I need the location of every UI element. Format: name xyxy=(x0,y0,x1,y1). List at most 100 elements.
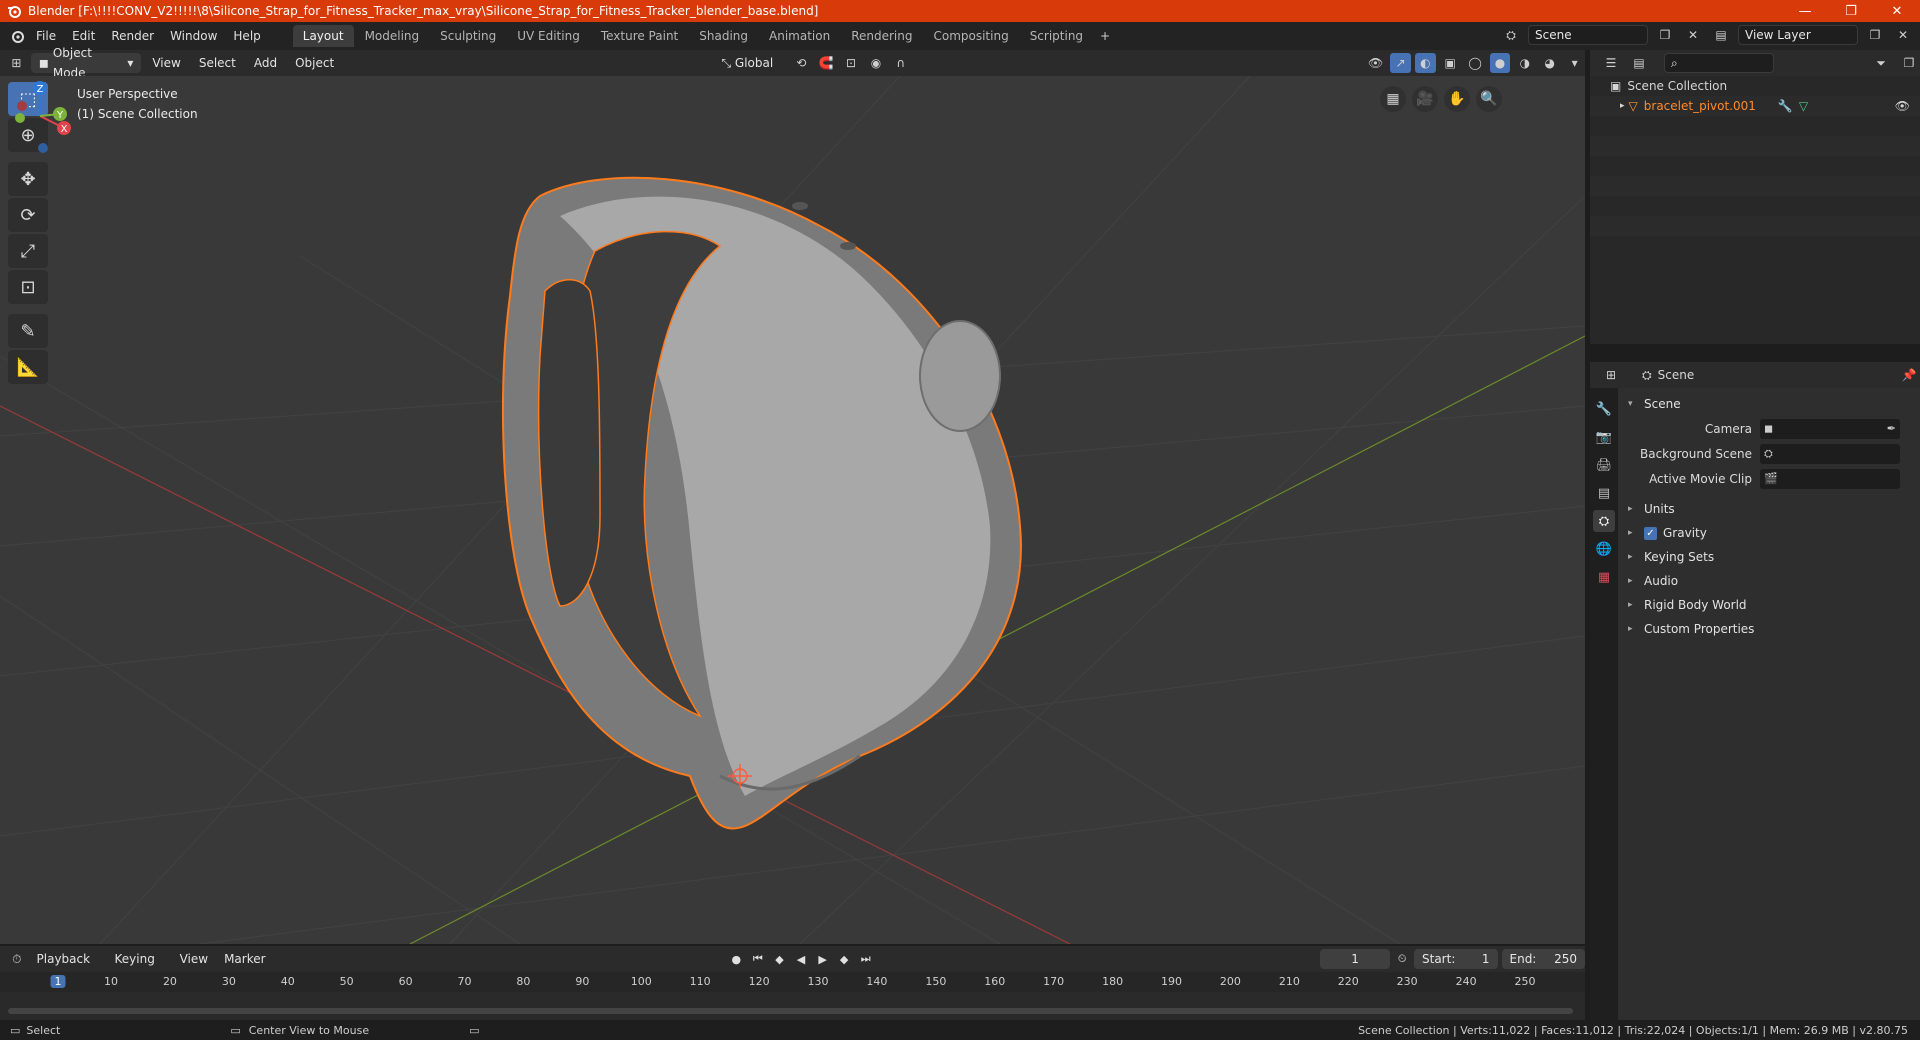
tab-uv-editing[interactable]: UV Editing xyxy=(507,25,590,47)
tab-sculpting[interactable]: Sculpting xyxy=(430,25,506,47)
outliner-search-input[interactable]: ⌕ xyxy=(1664,53,1774,73)
new-scene-icon[interactable]: ❐ xyxy=(1654,25,1676,45)
pan-hand-icon[interactable]: ✋ xyxy=(1444,86,1470,112)
gravity-panel[interactable]: ▸ ✓ Gravity xyxy=(1618,521,1920,545)
move-tool[interactable]: ✥ xyxy=(8,162,48,196)
tab-modeling[interactable]: Modeling xyxy=(355,25,430,47)
scale-tool[interactable]: ⤢ xyxy=(8,234,48,268)
texture-tab-icon[interactable]: ▦ xyxy=(1593,566,1615,588)
start-frame-field[interactable]: Start: 1 xyxy=(1414,949,1498,969)
view-layer-tab-icon[interactable]: ▤ xyxy=(1593,482,1615,504)
current-frame-field[interactable]: 1 xyxy=(1319,949,1391,969)
zoom-icon[interactable]: 🔍 xyxy=(1476,86,1502,112)
delete-view-layer-icon[interactable]: ✕ xyxy=(1892,25,1914,45)
menu-help[interactable]: Help xyxy=(225,25,268,47)
tab-texture-paint[interactable]: Texture Paint xyxy=(591,25,688,47)
jump-end-icon[interactable]: ⏭ xyxy=(856,949,876,969)
material-shading-icon[interactable]: ◑ xyxy=(1514,53,1535,73)
outliner-editor-icon[interactable]: ☰ xyxy=(1600,53,1622,73)
measure-tool[interactable]: 📐 xyxy=(8,350,48,384)
clock-icon[interactable]: ⏲ xyxy=(1392,949,1412,969)
eye-icon[interactable]: 👁 xyxy=(1895,96,1910,116)
transform-tool[interactable]: ⊡ xyxy=(8,270,48,304)
new-view-layer-icon[interactable]: ❐ xyxy=(1864,25,1886,45)
tab-shading[interactable]: Shading xyxy=(689,25,758,47)
orientation-selector[interactable]: ⤡ Global ▾ xyxy=(714,53,786,90)
snap-target-icon[interactable]: ⊡ xyxy=(841,53,862,73)
tab-rendering[interactable]: Rendering xyxy=(841,25,922,47)
add-workspace-button[interactable]: + xyxy=(1094,26,1116,46)
timeline-editor-icon[interactable]: ⏱ xyxy=(6,949,28,969)
output-tab-icon[interactable]: 🖨 xyxy=(1593,454,1615,476)
blender-menu-icon[interactable] xyxy=(6,26,28,46)
render-tab-icon[interactable]: 📷 xyxy=(1593,426,1615,448)
jump-start-icon[interactable]: ⏮ xyxy=(748,949,768,969)
tab-compositing[interactable]: Compositing xyxy=(923,25,1018,47)
tool-tab-icon[interactable]: 🔧 xyxy=(1593,398,1615,420)
gizmo-toggle-icon[interactable]: ↗ xyxy=(1390,53,1411,73)
menu-select[interactable]: Select xyxy=(192,53,243,73)
3d-viewport[interactable]: User Perspective (1) Scene Collection ⬚ … xyxy=(0,76,1585,944)
camera-field[interactable]: ◼ ✒ xyxy=(1760,418,1900,439)
menu-marker[interactable]: Marker xyxy=(217,949,272,969)
menu-view[interactable]: View xyxy=(145,53,187,73)
minimize-button[interactable]: — xyxy=(1782,0,1828,22)
world-tab-icon[interactable]: 🌐 xyxy=(1593,538,1615,560)
navigation-gizmo[interactable]: Z Y X xyxy=(0,76,80,156)
close-button[interactable]: ✕ xyxy=(1874,0,1920,22)
proportional-edit-icon[interactable]: ◉ xyxy=(866,53,887,73)
display-mode-icon[interactable]: ▤ xyxy=(1628,53,1650,73)
delete-scene-icon[interactable]: ✕ xyxy=(1682,25,1704,45)
rotate-tool[interactable]: ⟳ xyxy=(8,198,48,232)
scene-name-field[interactable]: Scene xyxy=(1528,25,1648,45)
units-panel[interactable]: ▸ Units xyxy=(1618,497,1920,521)
editor-type-icon[interactable]: ⊞ xyxy=(6,53,27,73)
timeline[interactable]: 1 10 20 30 40 50 60 70 80 90 100 110 120 130 140 150 160… xyxy=(0,972,1585,1020)
play-reverse-icon[interactable]: ◀ xyxy=(791,949,811,969)
background-scene-field[interactable]: ⛭ xyxy=(1760,443,1900,464)
falloff-icon[interactable]: ∩ xyxy=(890,53,911,73)
scene-section-header[interactable]: ▾ Scene xyxy=(1618,392,1920,416)
properties-editor-icon[interactable]: ⊞ xyxy=(1600,365,1622,385)
rendered-shading-icon[interactable]: ◕ xyxy=(1539,53,1560,73)
menu-object[interactable]: Object xyxy=(288,53,341,73)
tab-animation[interactable]: Animation xyxy=(759,25,840,47)
audio-panel[interactable]: ▸ Audio xyxy=(1618,569,1920,593)
perspective-toggle-icon[interactable]: ▦ xyxy=(1380,86,1406,112)
scene-icon[interactable]: ⛭ xyxy=(1500,25,1522,45)
new-collection-icon[interactable]: ❐ xyxy=(1898,53,1920,73)
menu-add[interactable]: Add xyxy=(247,53,284,73)
solid-shading-icon[interactable]: ● xyxy=(1489,53,1511,73)
annotate-tool[interactable]: ✎ xyxy=(8,314,48,348)
keying-sets-panel[interactable]: ▸ Keying Sets xyxy=(1618,545,1920,569)
overlay-toggle-icon[interactable]: ◐ xyxy=(1414,53,1436,73)
snap-icon[interactable]: 🧲 xyxy=(816,53,837,73)
next-keyframe-icon[interactable]: ◆ xyxy=(834,949,854,969)
shading-options-icon[interactable]: ▾ xyxy=(1564,53,1585,73)
custom-properties-panel[interactable]: ▸ Custom Properties xyxy=(1618,617,1920,641)
timeline-scrollbar[interactable] xyxy=(8,1008,1573,1014)
restore-button[interactable]: ❐ xyxy=(1828,0,1874,22)
menu-window[interactable]: Window xyxy=(162,25,225,47)
play-icon[interactable]: ▶ xyxy=(813,949,833,969)
menu-keying[interactable]: Keying ▾ xyxy=(108,949,171,986)
mode-selector[interactable]: ◼ Object Mode ▾ xyxy=(30,46,142,80)
visibility-icon[interactable]: 👁 xyxy=(1365,53,1386,73)
xray-icon[interactable]: ▣ xyxy=(1440,53,1461,73)
camera-view-icon[interactable]: 🎥 xyxy=(1412,86,1438,112)
gravity-checkbox[interactable]: ✓ xyxy=(1644,526,1657,540)
record-icon[interactable]: ● xyxy=(727,949,747,969)
wireframe-shading-icon[interactable]: ◯ xyxy=(1465,53,1486,73)
menu-playback[interactable]: Playback ▾ xyxy=(30,949,106,986)
outliner-row-object[interactable]: ▸ ▽ bracelet_pivot.001 🔧 ▽ 👁 xyxy=(1590,96,1920,116)
menu-timeline-view[interactable]: View xyxy=(173,949,215,969)
frame-ruler[interactable]: 1 10 20 30 40 50 60 70 80 90 100 110 120 130 140 150 160… xyxy=(0,972,1585,992)
rigid-body-world-panel[interactable]: ▸ Rigid Body World xyxy=(1618,593,1920,617)
tab-scripting[interactable]: Scripting xyxy=(1020,25,1093,47)
pivot-icon[interactable]: ⟲ xyxy=(791,53,812,73)
filter-icon[interactable]: ⏷ xyxy=(1870,53,1892,73)
pin-icon[interactable]: 📌 xyxy=(1898,365,1920,385)
outliner-row-scene-collection[interactable]: ▣ Scene Collection xyxy=(1590,76,1920,96)
view-layer-icon[interactable]: ▤ xyxy=(1710,25,1732,45)
end-frame-field[interactable]: End: 250 xyxy=(1501,949,1585,969)
